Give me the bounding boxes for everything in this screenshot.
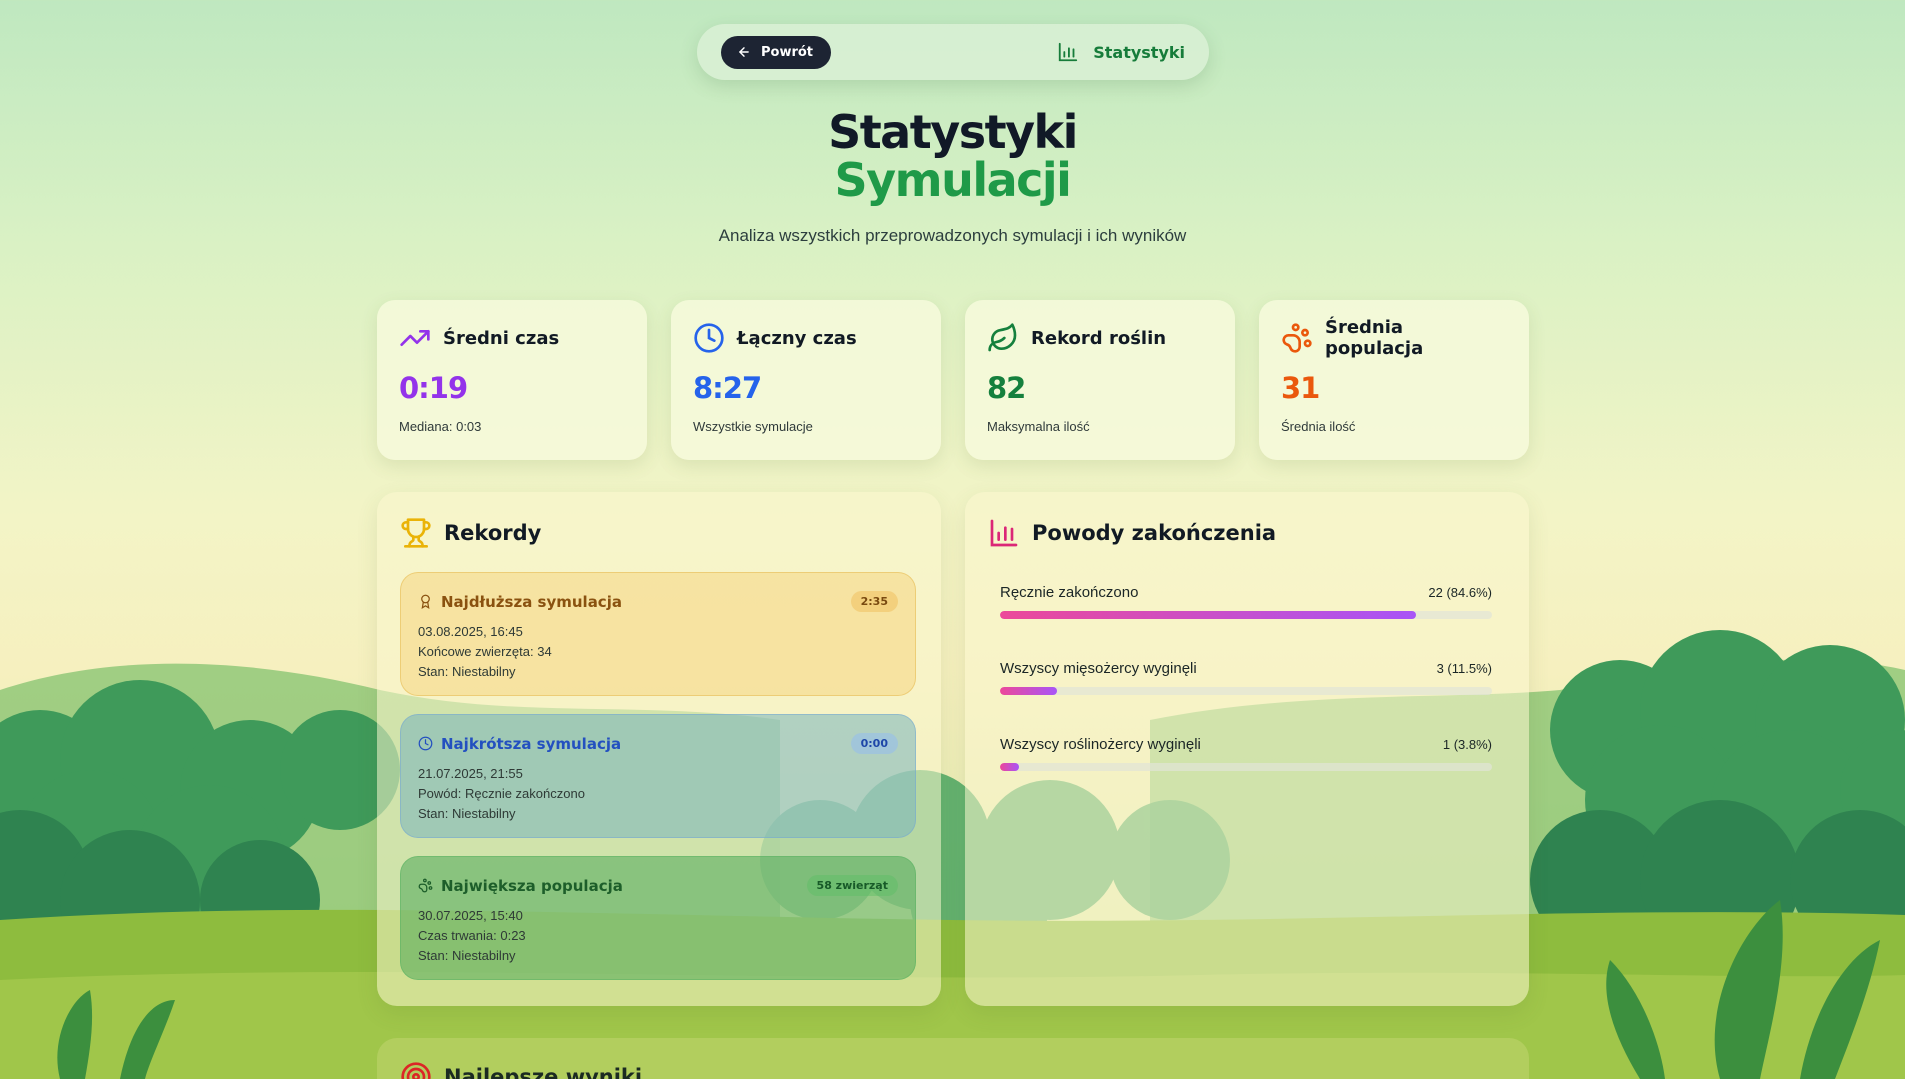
stat-value: 8:27 [693, 371, 762, 405]
record-detail: Powód: Ręcznie zakończono [418, 786, 585, 801]
record-badge: 2:35 [850, 591, 898, 612]
reason-progress-track [1000, 687, 1492, 695]
current-page-indicator: Statystyki [1057, 41, 1185, 63]
reason-progress-track [1000, 611, 1492, 619]
reason-item: Wszyscy roślinożercy wyginęli 1 (3.8%) [1000, 736, 1492, 771]
clock-icon [694, 323, 724, 353]
best-results-panel: Najlepsze wyniki [377, 1038, 1529, 1079]
paw-icon [418, 878, 433, 893]
stat-card-total-time: Łączny czas 8:27 Wszystkie symulacje [671, 300, 941, 460]
stat-note: Mediana: 0:03 [399, 419, 482, 434]
record-detail: Czas trwania: 0:23 [418, 928, 526, 943]
reason-progress-fill [1000, 611, 1417, 619]
reason-value: 22 (84.6%) [1428, 585, 1492, 600]
current-page-label: Statystyki [1093, 42, 1185, 62]
clock-icon [418, 736, 433, 751]
reason-label: Wszyscy mięsożercy wyginęli [1000, 660, 1197, 677]
records-panel: Rekordy Najdłuższa symulacja 2:35 03.08.… [377, 492, 941, 1006]
end-reasons-title: Powody zakończenia [1032, 521, 1277, 545]
stat-card-average-population: Średnia populacja 31 Średnia ilość [1259, 300, 1529, 460]
record-badge: 0:00 [850, 733, 898, 754]
reason-label: Wszyscy roślinożercy wyginęli [1000, 736, 1201, 753]
stat-note: Maksymalna ilość [987, 419, 1090, 434]
stat-note: Wszystkie symulacje [693, 419, 813, 434]
stat-value: 82 [987, 371, 1026, 405]
leaf-icon [988, 323, 1017, 352]
stat-title: Średnia populacja [1325, 317, 1424, 359]
record-shortest-simulation[interactable]: Najkrótsza symulacja 0:00 21.07.2025, 21… [400, 714, 916, 838]
record-date: 30.07.2025, 15:40 [418, 908, 523, 923]
target-icon [401, 1062, 431, 1079]
stat-value: 0:19 [399, 371, 468, 405]
stat-title: Średni czas [443, 327, 560, 349]
reason-value: 1 (3.8%) [1442, 737, 1492, 752]
record-name: Najkrótsza symulacja [441, 734, 622, 753]
reason-progress-fill [1000, 687, 1057, 695]
bar-chart-icon [1059, 42, 1078, 62]
reason-value: 3 (11.5%) [1436, 661, 1492, 676]
statistics-page: Powrót Statystyki Statystyki Symulacji A… [0, 0, 1905, 1079]
record-state: Stan: Niestabilny [418, 664, 516, 679]
stat-card-plant-record: Rekord roślin 82 Maksymalna ilość [965, 300, 1235, 460]
record-badge: 58 zwierząt [806, 875, 898, 896]
trending-up-icon [400, 330, 430, 346]
back-button-label: Powrót [761, 44, 814, 60]
reason-progress-fill [1000, 763, 1019, 771]
end-reasons-panel: Powody zakończenia Ręcznie zakończono 22… [965, 492, 1529, 1006]
reason-item: Wszyscy mięsożercy wyginęli 3 (11.5%) [1000, 660, 1492, 695]
trophy-icon [401, 518, 431, 548]
stat-note: Średnia ilość [1281, 419, 1356, 434]
stat-title: Łączny czas [737, 327, 857, 349]
reason-item: Ręcznie zakończono 22 (84.6%) [1000, 584, 1492, 619]
page-title: Statystyki Symulacji [0, 108, 1905, 204]
record-name: Największa populacja [441, 876, 623, 895]
back-button[interactable]: Powrót [721, 35, 832, 69]
bar-chart-icon [990, 519, 1018, 547]
page-title-line2: Symulacji [834, 153, 1072, 207]
page-title-line1: Statystyki [828, 105, 1078, 159]
page-subtitle: Analiza wszystkich przeprowadzonych symu… [718, 226, 1187, 245]
arrow-left-icon [739, 47, 749, 57]
paw-icon [1282, 323, 1312, 353]
record-date: 21.07.2025, 21:55 [418, 766, 523, 781]
record-detail: Końcowe zwierzęta: 34 [418, 644, 552, 659]
record-name: Najdłuższa symulacja [441, 592, 622, 611]
stat-card-average-time: Średni czas 0:19 Mediana: 0:03 [377, 300, 647, 460]
record-state: Stan: Niestabilny [418, 806, 516, 821]
top-navigation: Powrót Statystyki [697, 24, 1209, 80]
record-largest-population[interactable]: Największa populacja 58 zwierząt 30.07.2… [400, 856, 916, 980]
record-longest-simulation[interactable]: Najdłuższa symulacja 2:35 03.08.2025, 16… [400, 572, 916, 696]
best-results-title: Najlepsze wyniki [444, 1065, 643, 1079]
record-date: 03.08.2025, 16:45 [418, 624, 523, 639]
stat-title: Rekord roślin [1031, 327, 1167, 349]
award-icon [421, 594, 430, 609]
reason-label: Ręcznie zakończono [1000, 584, 1139, 601]
reason-progress-track [1000, 763, 1492, 771]
records-title: Rekordy [444, 521, 542, 545]
record-state: Stan: Niestabilny [418, 948, 516, 963]
stat-value: 31 [1281, 371, 1320, 405]
